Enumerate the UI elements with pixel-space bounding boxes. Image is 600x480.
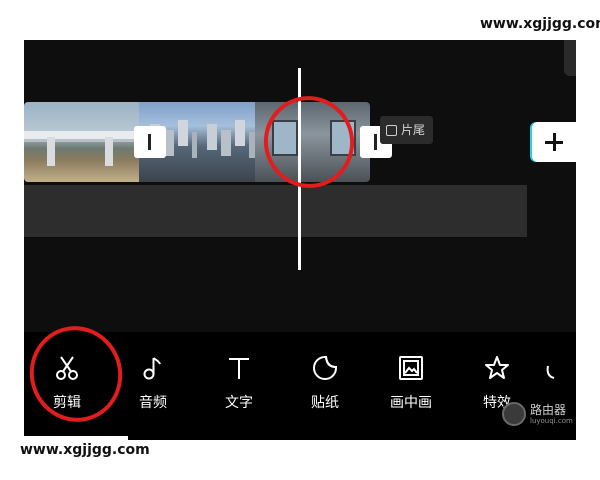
toolbar-item-label: 文字 [225,395,253,411]
brand-name: 路由器 [530,402,567,417]
toolbar-item-pip[interactable]: 画中画 [368,354,454,424]
plus-icon [545,133,563,151]
add-ending-label: 片尾 [401,123,426,137]
clip-frame [24,102,82,182]
toolbar-item-text[interactable]: 文字 [196,354,282,424]
partial-icon [540,354,560,382]
clip-end-icon [386,124,397,136]
toolbar-item-label: 音频 [139,395,167,411]
sticker-icon [311,354,339,382]
watermark-bottom: www.xgjjgg.com [10,436,150,466]
page: www.xgjjgg.com 片尾 剪辑 音频 文字 贴纸 画中画 特效 路由器… [0,0,600,480]
text-icon [225,354,253,382]
clip-frame [197,102,255,182]
audio-track[interactable] [24,185,527,237]
router-logo-icon [502,402,526,426]
brand-domain: luyouqi.com [530,416,573,425]
transition-button[interactable] [134,126,166,158]
top-right-handle[interactable] [564,40,576,76]
music-note-icon [139,354,167,382]
toolbar-item-audio[interactable]: 音频 [110,354,196,424]
toolbar-item-label: 画中画 [390,395,432,411]
toolbar-item-label: 贴纸 [311,395,339,411]
toolbar-item-sticker[interactable]: 贴纸 [282,354,368,424]
effects-star-icon [483,354,511,382]
watermark-top: www.xgjjgg.com [470,10,600,40]
picture-in-picture-icon [397,354,425,382]
video-editor-screen: 片尾 剪辑 音频 文字 贴纸 画中画 特效 路由器 luyouqi.com [24,40,576,440]
add-ending-button[interactable]: 片尾 [380,116,434,144]
clip-frame [81,102,140,182]
site-logo: 路由器 luyouqi.com [502,402,573,426]
add-clip-button[interactable] [532,122,576,162]
timeline-area: 片尾 [24,40,576,332]
